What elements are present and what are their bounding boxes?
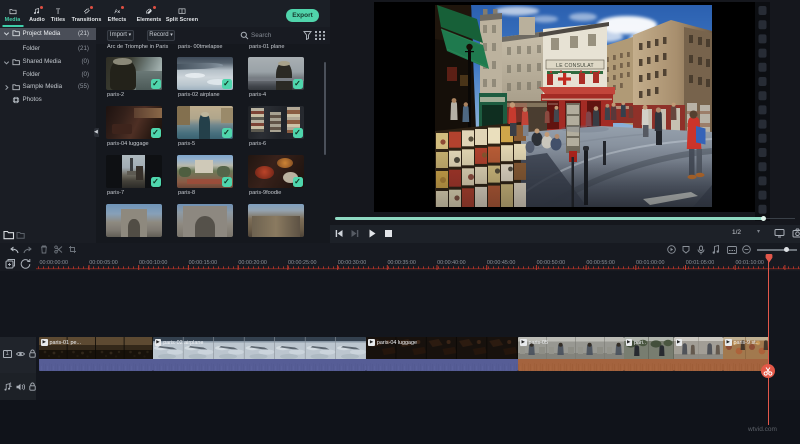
svg-text:T: T bbox=[56, 8, 61, 15]
svg-text:LE CONSULAT: LE CONSULAT bbox=[556, 63, 594, 69]
